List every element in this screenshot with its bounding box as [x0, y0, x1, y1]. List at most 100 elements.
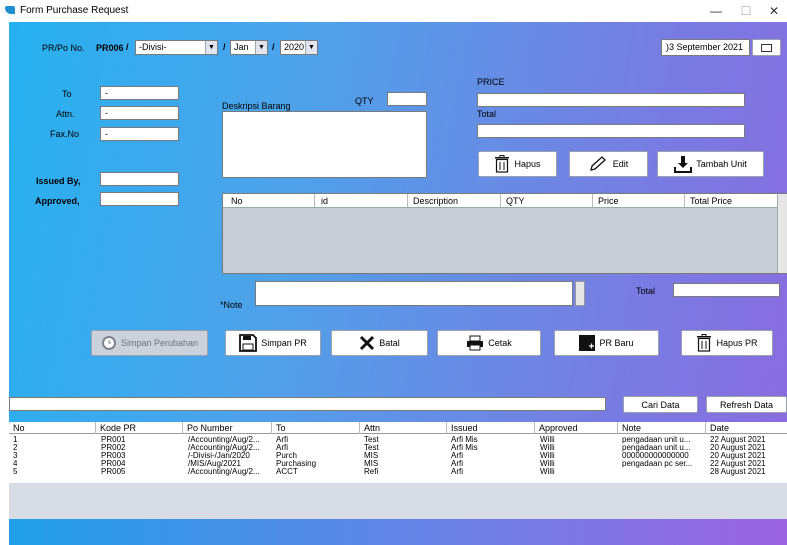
cell: Willi	[540, 468, 555, 476]
calendar-button[interactable]	[752, 39, 781, 56]
qty-label: QTY	[355, 96, 374, 106]
cari-data-button[interactable]: Cari Data	[623, 396, 698, 413]
cell: PR002	[101, 444, 126, 452]
total-input[interactable]	[477, 124, 745, 138]
cell: 28 August 2021	[710, 468, 766, 476]
cell: 22 August 2021	[710, 436, 766, 444]
cell: 20 August 2021	[710, 444, 766, 452]
grand-total-label: Total	[636, 286, 656, 296]
cetak-button[interactable]: Cetak	[437, 330, 541, 356]
cell: Purchasing	[276, 460, 317, 468]
close-window-button[interactable]: ✕	[762, 2, 786, 20]
pr-baru-label: PR Baru	[599, 338, 634, 348]
download-icon	[674, 155, 693, 173]
pr-baru-button[interactable]: PR Baru	[554, 330, 659, 356]
year-select[interactable]: 2020 ▼	[280, 40, 318, 55]
app-logo-icon	[5, 6, 15, 14]
hapus-pr-button[interactable]: Hapus PR	[681, 330, 773, 356]
issued-by-label: Issued By,	[36, 176, 81, 186]
cell: Willi	[540, 452, 555, 460]
cell: PR004	[101, 460, 126, 468]
cell: MIS	[364, 460, 379, 468]
qty-input[interactable]	[387, 92, 427, 106]
search-input[interactable]	[9, 397, 606, 411]
edit-label: Edit	[612, 159, 629, 169]
form-panel: PR/Po No. PR006 / -Divisi- ▼ / Jan ▼ / 2…	[9, 22, 787, 545]
month-select[interactable]: Jan ▼	[230, 40, 268, 55]
cell: MIS	[364, 452, 379, 460]
maximize-button[interactable]: ☐	[734, 2, 758, 20]
cell: 4	[13, 460, 18, 468]
cell: 22 August 2021	[710, 460, 766, 468]
column-header: Note	[622, 423, 642, 433]
cell: pengadaan unit u...	[622, 436, 691, 444]
column-header: QTY	[506, 196, 525, 206]
cell: 2	[13, 444, 18, 452]
cell: Willi	[540, 436, 555, 444]
pr-list-table[interactable]: No Kode PR Po Number To Attn Issued Appr…	[9, 422, 787, 519]
item-table-header: No id Description QTY Price Total Price	[223, 194, 787, 208]
note-label: *Note	[220, 300, 243, 310]
to-label: To	[62, 89, 72, 99]
attn-input[interactable]: -	[100, 106, 179, 120]
cell: /-Divisi-/Jan/2020	[188, 452, 250, 460]
cell: /Accounting/Aug/2...	[188, 444, 260, 452]
cell: pengadaan unit u...	[622, 444, 691, 452]
price-input[interactable]	[477, 93, 745, 107]
separator: /	[126, 42, 129, 52]
title-bar: Form Purchase Request — ☐ ✕	[0, 0, 787, 22]
batal-label: Batal	[379, 338, 400, 348]
table-row[interactable]: 5 PR005 /Accounting/Aug/2... ACCT Refi A…	[9, 468, 787, 476]
new-document-icon	[579, 335, 596, 351]
table-row[interactable]: 3 PR003 /-Divisi-/Jan/2020 Purch MIS Arf…	[9, 452, 787, 460]
date-field[interactable]: )3 September 2021	[661, 39, 750, 56]
cell: Arfi	[276, 444, 288, 452]
fax-input[interactable]: -	[100, 127, 179, 141]
cell: Arfi	[451, 452, 463, 460]
table-row[interactable]: 1 PR001 /Accounting/Aug/2... Arfi Test A…	[9, 436, 787, 444]
fax-label: Fax.No	[50, 129, 80, 139]
cell: Test	[364, 444, 379, 452]
print-icon	[466, 335, 484, 351]
pr-list-header: No Kode PR Po Number To Attn Issued Appr…	[9, 422, 787, 434]
divisi-select[interactable]: -Divisi- ▼	[135, 40, 218, 55]
simpan-perubahan-label: Simpan Perubahan	[120, 338, 199, 348]
edit-button[interactable]: Edit	[569, 151, 648, 177]
grand-total-input[interactable]	[673, 283, 780, 297]
table-row[interactable]: 2 PR002 /Accounting/Aug/2... Arfi Test A…	[9, 444, 787, 452]
issued-by-input[interactable]	[100, 172, 179, 186]
simpan-pr-button[interactable]: Simpan PR	[225, 330, 321, 356]
tambah-unit-button[interactable]: Tambah Unit	[657, 151, 764, 177]
footer-band	[9, 519, 787, 545]
batal-button[interactable]: Batal	[331, 330, 428, 356]
note-scrollbar[interactable]	[575, 281, 585, 306]
item-table[interactable]: No id Description QTY Price Total Price	[222, 193, 787, 274]
column-header: To	[276, 423, 286, 433]
to-input[interactable]: -	[100, 86, 179, 100]
simpan-pr-label: Simpan PR	[261, 338, 307, 348]
calendar-icon	[761, 43, 772, 52]
cell: pengadaan pc ser...	[622, 460, 693, 468]
deskripsi-textarea[interactable]	[222, 111, 427, 178]
trash-icon	[494, 155, 510, 173]
simpan-perubahan-button[interactable]: Simpan Perubahan	[91, 330, 208, 356]
table-row[interactable]: 4 PR004 /MIS/Aug/2021 Purchasing MIS Arf…	[9, 460, 787, 468]
note-input[interactable]	[255, 281, 573, 306]
minimize-button[interactable]: —	[704, 2, 728, 20]
window-title: Form Purchase Request	[20, 5, 129, 16]
month-value: Jan	[234, 42, 249, 52]
cell: Test	[364, 436, 379, 444]
approved-input[interactable]	[100, 192, 179, 206]
column-header: Po Number	[187, 423, 233, 433]
column-header: Date	[710, 423, 730, 433]
cell: PR003	[101, 452, 126, 460]
cell: 3	[13, 452, 18, 460]
hapus-button[interactable]: Hapus	[478, 151, 557, 177]
cell: PR005	[101, 468, 126, 476]
column-header: Price	[598, 196, 619, 206]
item-table-scrollbar[interactable]	[777, 194, 787, 273]
cell: 000000000000000	[622, 452, 689, 460]
refresh-data-button[interactable]: Refresh Data	[706, 396, 787, 413]
divisi-value: -Divisi-	[139, 42, 167, 52]
chevron-down-icon: ▼	[255, 41, 267, 54]
